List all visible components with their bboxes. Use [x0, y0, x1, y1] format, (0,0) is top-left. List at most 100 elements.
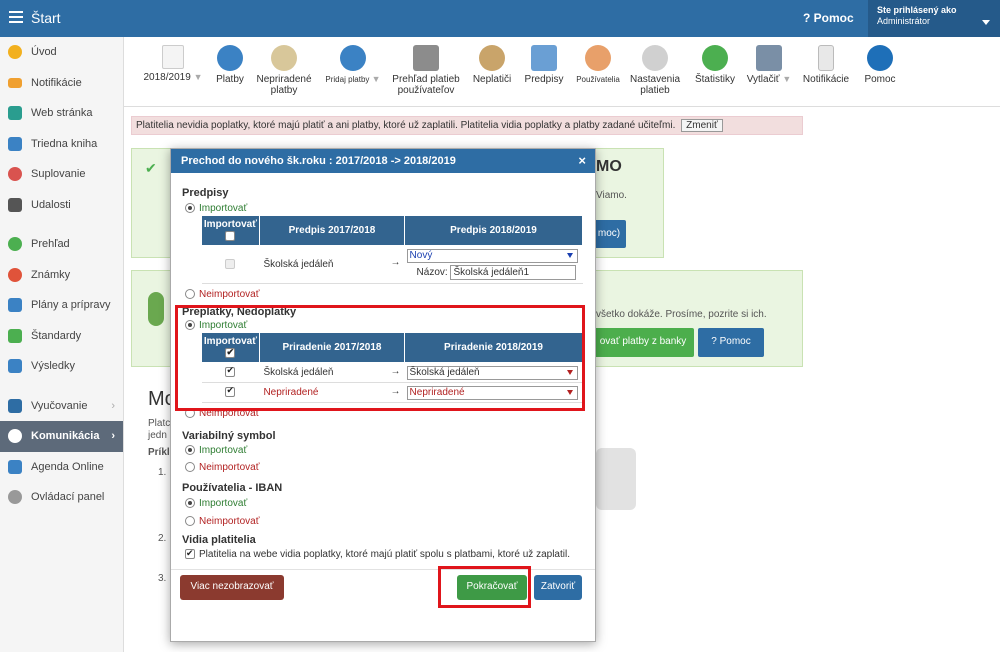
dialog-header: Prechod do nového šk.roku : 2017/2018 ->…	[171, 149, 595, 173]
toolbar-notifikacie[interactable]: Notifikácie	[800, 45, 852, 85]
radio-icon	[185, 516, 195, 526]
pie-chart-icon	[702, 45, 728, 71]
envelope-icon	[8, 77, 22, 88]
toolbar-nepriradene-platby[interactable]: Nepriradené platby	[256, 45, 312, 96]
sidebar-item-uvod[interactable]: Úvod	[0, 37, 123, 68]
chevron-right-icon: ›	[111, 430, 115, 442]
grade-icon	[8, 267, 22, 282]
users-icon	[585, 45, 611, 71]
checkbox-label: Platitelia na webe vidia poplatky, ktoré…	[199, 549, 570, 560]
row-import-checkbox[interactable]	[225, 259, 236, 270]
col-importovat: Importovať	[201, 215, 260, 246]
home-link[interactable]: Štart	[31, 10, 61, 26]
sidebar-item-label: Úvod	[31, 46, 57, 58]
select-all-checkbox[interactable]	[225, 230, 236, 241]
toolbar-label: Vytlačiť	[746, 74, 780, 85]
bg-help-button[interactable]: moc)	[592, 220, 626, 248]
toolbar-vytlacit[interactable]: Vytlačiť ▼	[744, 45, 794, 85]
toolbar-label: Nastavenia platieb	[629, 74, 681, 96]
sidebar-item-znamky[interactable]: Známky	[0, 260, 123, 291]
sidebar-item-vyucovanie[interactable]: Vyučovanie ›	[0, 391, 123, 422]
gear-icon	[642, 45, 668, 71]
highlight-box-continue	[438, 566, 531, 608]
radio-selected-icon	[185, 203, 195, 213]
varsym-no-import-radio[interactable]: Neimportovať	[185, 462, 259, 474]
document-icon	[531, 45, 557, 71]
sidebar-item-label: Prehľad	[31, 238, 70, 250]
predpisy-import-radio[interactable]: Importovať	[185, 203, 247, 215]
info-alert: Platitelia nevidia poplatky, ktoré majú …	[131, 116, 803, 135]
toolbar-pridaj-platby[interactable]: Pridaj platby ▼	[324, 45, 382, 85]
toolbar-neplatici[interactable]: Neplatiči	[469, 45, 515, 85]
sidebar-item-plany[interactable]: Plány a prípravy	[0, 290, 123, 321]
predpisy-no-import-radio[interactable]: Neimportovať	[185, 289, 259, 301]
sidebar-item-udalosti[interactable]: Udalosti	[0, 190, 123, 221]
sidebar-item-label: Triedna kniha	[31, 137, 98, 150]
sidebar-item-prehlad[interactable]: Prehľad	[0, 229, 123, 260]
vidia-heading: Vidia platitelia	[182, 534, 256, 546]
money-bag-icon	[479, 45, 505, 71]
folder-icon	[8, 298, 22, 312]
sidebar-item-label: Ovládací panel	[31, 491, 105, 503]
bg-text-all: všetko dokáže. Prosíme, pozrite si ich.	[596, 309, 767, 320]
sidebar-item-komunikacia[interactable]: Komunikácia ›	[0, 421, 123, 452]
bg-pomoc-button[interactable]: ? Pomoc	[698, 328, 764, 357]
iban-import-radio[interactable]: Importovať	[185, 498, 247, 510]
sidebar-item-label: Štandardy	[31, 329, 82, 342]
sidebar-item-label: Komunikácia	[31, 430, 100, 442]
sidebar-item-agenda-online[interactable]: Agenda Online	[0, 452, 123, 483]
sidebar-item-standardy[interactable]: Štandardy	[0, 321, 123, 352]
toolbar-nastavenia-platieb[interactable]: Nastavenia platieb	[627, 45, 683, 96]
radio-icon	[185, 289, 195, 299]
year-selector[interactable]: 2018/2019 ▼	[142, 45, 204, 83]
sidebar-item-suplovanie[interactable]: Suplovanie	[0, 159, 123, 190]
import-bank-button[interactable]: ovať platby z banky	[592, 328, 694, 357]
hide-forever-button[interactable]: Viac nezobrazovať	[180, 575, 284, 600]
book-icon	[8, 136, 22, 151]
user-menu[interactable]: Ste prihlásený ako Administrátor	[868, 0, 1000, 37]
close-button[interactable]: Zatvoriť	[534, 575, 582, 600]
toolbar-label: Prehľad platieb používateľov	[392, 74, 460, 96]
iban-heading: Používatelia - IBAN	[182, 482, 283, 494]
sidebar-item-label: Web stránka	[31, 107, 93, 119]
vidia-checkbox[interactable]: Platitelia na webe vidia poplatky, ktoré…	[185, 547, 570, 561]
toolbar-prehlad-platieb[interactable]: Prehľad platieb používateľov	[388, 45, 464, 96]
sidebar: Úvod Notifikácie Web stránka Triedna kni…	[0, 37, 124, 652]
toolbar-predpisy[interactable]: Predpisy	[522, 45, 566, 85]
close-icon[interactable]: ×	[578, 149, 586, 173]
sidebar-item-label: Udalosti	[31, 198, 71, 211]
hamburger-menu-icon[interactable]	[9, 11, 23, 23]
toolbar-pomoc[interactable]: Pomoc	[860, 45, 900, 85]
help-link[interactable]: ? Pomoc	[803, 11, 854, 25]
sidebar-item-label: Agenda Online	[31, 460, 104, 473]
bar-chart-icon	[8, 359, 22, 373]
toolbar-label: Štatistiky	[694, 74, 735, 85]
sidebar-item-triedna-kniha[interactable]: Triedna kniha	[0, 129, 123, 160]
bg-text-jedn: jedn	[148, 430, 167, 441]
bg-pomoc-label: Pomoc	[719, 336, 751, 347]
toolbar-label: Platby	[216, 74, 244, 85]
arrow-icon: →	[390, 257, 401, 268]
toolbar-platby[interactable]: Platby	[212, 45, 248, 85]
top-bar: Štart ? Pomoc Ste prihlásený ako Adminis…	[0, 0, 1000, 37]
name-input[interactable]: Školská jedáleň1	[450, 265, 577, 280]
shield-icon	[8, 328, 22, 343]
varsym-import-radio[interactable]: Importovať	[185, 445, 247, 457]
toolbar-pouzivatelia[interactable]: Používatelia	[574, 45, 622, 85]
toolbar: 2018/2019 ▼ Platby Nepriradené platby Pr…	[124, 37, 1000, 107]
predpis-select[interactable]: Nový	[406, 249, 578, 263]
sidebar-item-web-stranka[interactable]: Web stránka	[0, 98, 123, 129]
sidebar-item-notifikacie[interactable]: Notifikácie	[0, 68, 123, 99]
change-button[interactable]: Zmeniť	[681, 119, 723, 132]
add-payment-icon	[340, 45, 366, 71]
sidebar-item-label: Suplovanie	[31, 168, 86, 180]
sidebar-item-vysledky[interactable]: Výsledky	[0, 351, 123, 382]
toolbar-label: Predpisy	[524, 74, 564, 85]
bg-text-prikl: Príkl	[148, 447, 170, 458]
sidebar-item-ovladaci-panel[interactable]: Ovládací panel	[0, 482, 123, 513]
toolbar-label: Používatelia	[576, 75, 620, 84]
help-label: Pomoc	[813, 11, 854, 25]
iban-no-import-radio[interactable]: Neimportovať	[185, 516, 259, 528]
toolbar-statistiky[interactable]: Štatistiky	[692, 45, 738, 85]
sidebar-item-label: Notifikácie	[31, 76, 82, 89]
